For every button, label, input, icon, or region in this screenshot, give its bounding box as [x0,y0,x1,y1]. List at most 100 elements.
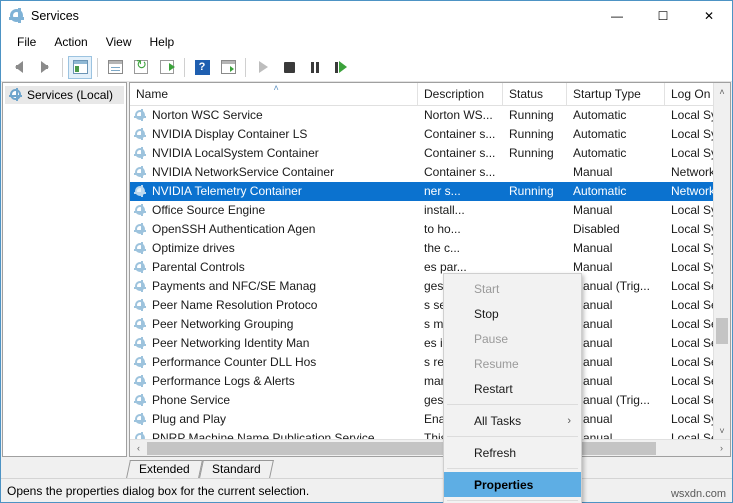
service-startup-type-cell: Automatic [573,184,627,198]
service-name-label: Norton WSC Service [152,108,263,122]
service-name-label: Phone Service [152,393,231,407]
maximize-button[interactable]: ☐ [640,1,686,31]
table-row[interactable]: Payments and NFC/SE Managges pa...Runnin… [130,277,730,296]
context-menu-item-stop[interactable]: Stop [444,301,581,326]
menu-item-label: Pause [474,331,509,346]
table-row[interactable]: Performance Counter DLL Hoss rem...Manua… [130,353,730,372]
menu-view[interactable]: View [97,33,141,51]
service-name-cell: Parental Controls [130,258,418,277]
table-row[interactable]: Peer Networking Groupings mul...ManualLo… [130,315,730,334]
forward-button[interactable] [33,56,57,79]
service-status-cell: Running [509,184,554,198]
table-row[interactable]: NVIDIA LocalSystem Container Container s.… [130,144,730,163]
scroll-right-button[interactable]: › [713,440,730,457]
service-name-cell: Norton WSC Service [130,106,418,125]
context-menu-item-properties[interactable]: Properties [444,472,581,497]
table-row[interactable]: Norton WSC Service Norton WS... Running Aut… [130,106,730,125]
column-header-status[interactable]: Status [503,83,567,105]
window-title: Services [31,9,79,23]
refresh-button[interactable] [129,56,153,79]
service-name-label: NVIDIA NetworkService Container [152,165,335,179]
service-name-cell: Plug and Play [130,410,418,429]
gear-icon [134,261,148,274]
services-window: Services — ☐ ✕ File Action View Help ? [0,0,733,503]
table-row[interactable]: Plug and PlayEnables a co...RunningManua… [130,410,730,429]
scroll-down-button[interactable]: ˅ [714,422,730,439]
vertical-scroll-track[interactable] [714,100,730,422]
back-button[interactable] [7,56,31,79]
service-description-cell: Norton WS... [424,108,493,122]
table-row[interactable]: NVIDIA Display Container LS Container s..… [130,125,730,144]
export-list-button[interactable] [155,56,179,79]
export-icon [160,60,175,74]
service-description-cell: Container s... [424,127,496,141]
menu-help[interactable]: Help [141,33,184,51]
table-row[interactable]: NVIDIA Telemetry Container ner s... Runnin… [130,182,730,201]
table-row[interactable]: Performance Logs & Alertsmanc...ManualLo… [130,372,730,391]
context-menu-item-restart[interactable]: Restart [444,376,581,401]
table-row[interactable]: Optimize drives the c... Manual Local Sys [130,239,730,258]
menu-separator [447,436,578,437]
tab-standard[interactable]: Standard [198,460,274,478]
pause-service-button[interactable] [303,56,327,79]
gear-icon [134,337,148,350]
scroll-left-button[interactable]: ‹ [130,440,147,457]
service-description-cell: to ho... [424,222,461,236]
tab-label: Extended [139,462,190,476]
play-icon [258,61,268,73]
horizontal-scrollbar[interactable]: ‹ › [130,439,730,456]
menu-item-label: Restart [474,381,513,396]
gear-icon [134,185,148,198]
tab-label: Standard [211,462,261,476]
column-header-name[interactable]: ˄ Name [130,83,418,105]
service-name-cell: NVIDIA Display Container LS [130,125,418,144]
service-name-cell: Performance Logs & Alerts [130,372,418,391]
properties-button[interactable] [216,56,240,79]
gear-icon [9,88,23,102]
horizontal-scroll-track[interactable] [147,440,713,457]
restart-service-button[interactable] [329,56,353,79]
table-row[interactable]: Peer Name Resolution Protocos serv...Man… [130,296,730,315]
table-row[interactable]: OpenSSH Authentication Agen to ho... Disab… [130,220,730,239]
service-name-cell: Peer Name Resolution Protoco [130,296,418,315]
menu-separator [447,500,578,501]
console-tree-pane: Services (Local) [2,82,127,457]
watermark: wsxdn.com [670,488,726,500]
service-description-cell: ner s... [424,184,461,198]
show-hide-console-tree-button[interactable] [68,55,92,79]
services-rows: Norton WSC Service Norton WS... Running Aut… [130,106,730,456]
tree-item-label: Services (Local) [27,88,114,102]
stop-service-button[interactable] [277,56,301,79]
vertical-scroll-thumb[interactable] [716,318,728,344]
minimize-button[interactable]: — [594,1,640,31]
service-status-cell: Running [509,146,554,160]
table-row[interactable]: Office Source Engine install... Manual Loca… [130,201,730,220]
tab-extended[interactable]: Extended [126,460,203,478]
service-name-cell: NVIDIA Telemetry Container [130,182,418,201]
service-startup-type-cell: Manual [573,203,613,217]
service-name-label: Office Source Engine [152,203,266,217]
scroll-up-button[interactable]: ˄ [714,83,730,100]
start-service-button[interactable] [251,56,275,79]
service-name-label: Peer Networking Identity Man [152,336,310,350]
vertical-scrollbar[interactable]: ˄ ˅ [713,83,730,439]
service-name-cell: NVIDIA NetworkService Container [130,163,418,182]
context-menu-item-all-tasks[interactable]: All Tasks › [444,408,581,433]
tree-item-services-local[interactable]: Services (Local) [5,86,124,104]
gear-icon [134,204,148,217]
table-row[interactable]: NVIDIA NetworkService Container Container… [130,163,730,182]
table-row[interactable]: Parental Controls es par... Manual Local Sy… [130,258,730,277]
table-row[interactable]: Peer Networking Identity Manes ide...Man… [130,334,730,353]
context-menu-item-refresh[interactable]: Refresh [444,440,581,465]
column-header-description[interactable]: Description [418,83,503,105]
table-row[interactable]: Phone Serviceges th...Manual (Trig...Loc… [130,391,730,410]
close-button[interactable]: ✕ [686,1,732,31]
menu-action[interactable]: Action [45,33,96,51]
help-button[interactable]: ? [190,56,214,79]
show-hide-action-pane-button[interactable] [103,56,127,79]
column-header-startup-type[interactable]: Startup Type [567,83,665,105]
service-description-cell: Container s... [424,146,496,160]
service-startup-type-cell: Manual [573,165,613,179]
menu-file[interactable]: File [8,33,45,51]
toolbar-separator [245,57,246,77]
